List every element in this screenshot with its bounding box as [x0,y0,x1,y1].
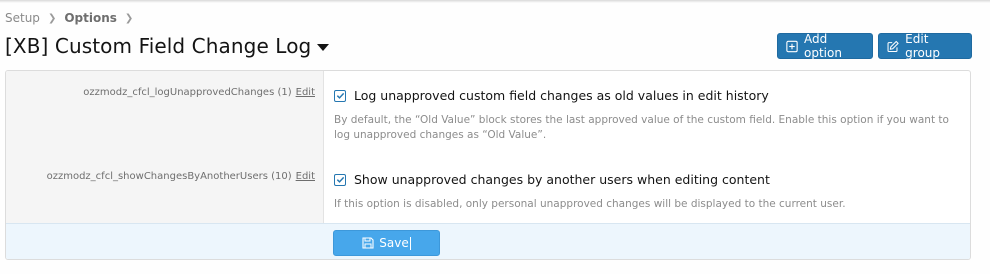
option-row-1: Log unapproved custom field changes as o… [334,88,959,143]
option-row-2: Show unapproved changes by another users… [334,172,959,212]
floppy-disk-icon [362,237,374,249]
page-title: [XB] Custom Field Change Log [5,34,312,58]
plus-square-icon [786,40,798,52]
checkbox[interactable] [334,89,346,102]
top-shadow [0,0,990,3]
caret-down-icon[interactable] [317,43,330,51]
option-label-column: ozzmodz_cfcl_logUnapprovedChanges (1) Ed… [6,71,324,223]
checkbox-label[interactable]: Log unapproved custom field changes as o… [354,88,769,103]
text-cursor [409,236,411,250]
edit-option-link[interactable]: Edit [296,171,315,182]
checkbox-row: Log unapproved custom field changes as o… [334,88,959,103]
checkbox[interactable] [334,173,346,186]
title-row: [XB] Custom Field Change Log [5,34,330,58]
edit-option-link[interactable]: Edit [296,87,315,98]
option-key-2: ozzmodz_cfcl_showChangesByAnotherUsers (… [47,171,315,182]
option-key-text: ozzmodz_cfcl_logUnapprovedChanges (1) [83,87,292,98]
edit-group-label: Edit group [905,32,941,60]
chevron-right-icon: ❯ [47,12,57,24]
form-footer: Save [6,223,970,259]
option-explain: If this option is disabled, only persona… [334,198,846,210]
breadcrumb: Setup ❯ Options ❯ [5,11,141,25]
checkbox-row: Show unapproved changes by another users… [334,172,959,187]
bottom-strip [0,264,990,274]
check-icon [336,92,344,99]
breadcrumb-options[interactable]: Options [64,11,117,25]
edit-icon [887,40,899,52]
save-label: Save [379,236,409,250]
option-key-1: ozzmodz_cfcl_logUnapprovedChanges (1) Ed… [83,87,315,98]
chevron-right-icon: ❯ [124,12,134,24]
option-explain: By default, the “Old Value” block stores… [334,114,949,141]
check-icon [336,176,344,183]
options-panel: ozzmodz_cfcl_logUnapprovedChanges (1) Ed… [5,70,971,260]
add-option-button[interactable]: Add option [777,32,873,60]
add-option-label: Add option [804,32,842,60]
checkbox-label[interactable]: Show unapproved changes by another users… [354,172,770,187]
save-button[interactable]: Save [333,230,440,256]
breadcrumb-setup[interactable]: Setup [5,11,40,25]
option-key-text: ozzmodz_cfcl_showChangesByAnotherUsers (… [46,171,292,182]
edit-group-button[interactable]: Edit group [878,32,972,60]
